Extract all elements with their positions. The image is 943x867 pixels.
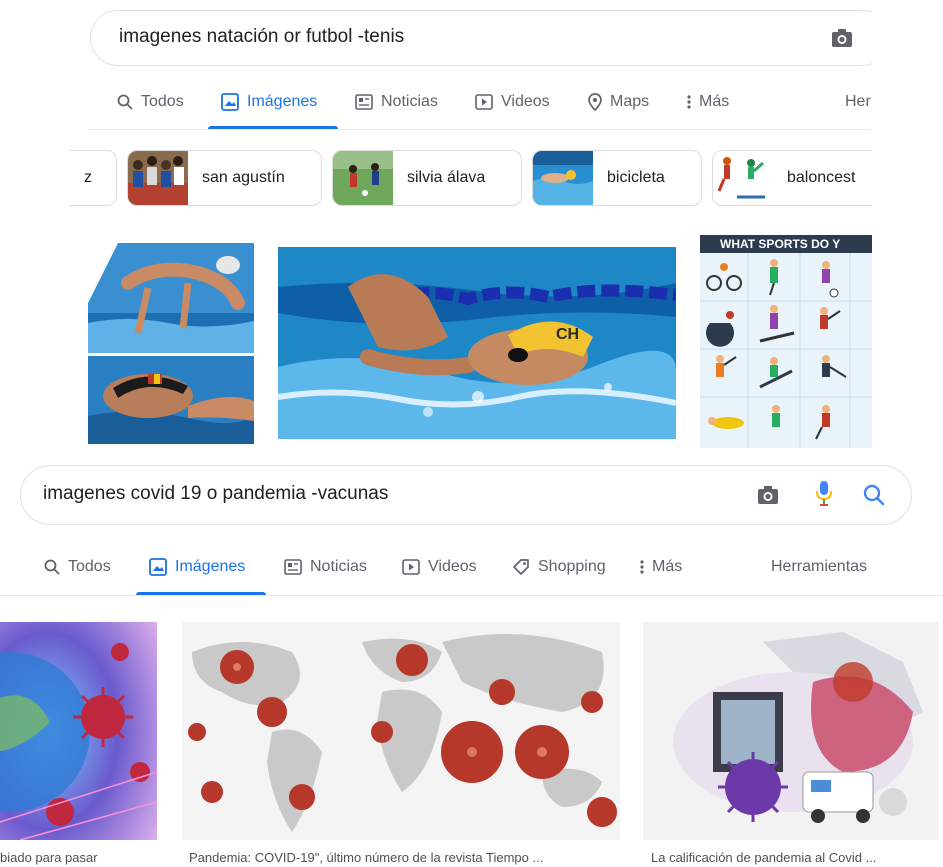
chip-thumbnail	[533, 151, 593, 205]
chip-related-1[interactable]: z	[70, 150, 117, 206]
chip-thumbnail	[333, 151, 393, 205]
chip-label: baloncest	[787, 169, 856, 186]
image-result-sports-poster[interactable]: WHAT SPORTS DO Y	[700, 235, 872, 448]
chip-label: san agustín	[202, 169, 285, 186]
chip-related-2[interactable]: san agustín	[127, 150, 322, 206]
image-caption[interactable]: biado para pasar	[0, 850, 157, 865]
tab-herramientas-1[interactable]: Her	[845, 93, 871, 111]
tab-todos-1[interactable]: Todos	[117, 93, 184, 111]
tab-label: Todos	[141, 93, 184, 110]
maps-pin-icon	[588, 93, 602, 111]
tab-label: Noticias	[310, 558, 367, 575]
image-result-virus-globe[interactable]	[0, 622, 157, 840]
chip-related-3[interactable]: silvia álava	[332, 150, 522, 206]
tab-noticias-1[interactable]: Noticias	[355, 93, 438, 111]
tabs-divider-2	[0, 595, 943, 596]
tab-label: Noticias	[381, 93, 438, 110]
image-caption[interactable]: Pandemia: COVID-19", último número de la…	[189, 850, 629, 865]
more-dots-icon	[687, 95, 691, 109]
shopping-tag-icon	[513, 559, 529, 575]
tab-label: Her	[845, 93, 871, 110]
video-tab-icon	[402, 559, 420, 575]
tab-label: Maps	[610, 93, 650, 110]
tab-todos-2[interactable]: Todos	[44, 558, 111, 576]
search-input-2[interactable]: imagenes covid 19 o pandemia -vacunas	[43, 483, 388, 505]
news-tab-icon	[284, 559, 302, 575]
tabs-divider-1	[88, 129, 871, 130]
search-input-1[interactable]: imagenes natación or futbol -tenis	[119, 26, 404, 48]
camera-icon[interactable]	[755, 482, 781, 508]
tab-label: Imágenes	[247, 93, 318, 110]
svg-text:CH: CH	[556, 326, 579, 343]
tab-mas-2[interactable]: Más	[640, 558, 682, 576]
video-tab-icon	[475, 94, 493, 110]
images-tab-icon	[221, 93, 239, 111]
chip-related-4[interactable]: bicicleta	[532, 150, 702, 206]
tab-herramientas-2[interactable]: Herramientas	[771, 558, 867, 576]
tab-label: Más	[699, 93, 730, 110]
tab-label: Más	[652, 558, 683, 575]
search-bar-2[interactable]: imagenes covid 19 o pandemia -vacunas	[20, 465, 912, 525]
top-region-right-margin	[872, 0, 943, 460]
search-bar-1[interactable]: imagenes natación or futbol -tenis	[90, 10, 890, 66]
chip-label: bicicleta	[607, 169, 665, 186]
image-result-swimmers-start[interactable]	[88, 243, 254, 353]
tab-label: Videos	[428, 558, 477, 575]
search-icon	[117, 94, 133, 110]
chip-thumbnail	[713, 151, 773, 205]
image-result-virus-world-map[interactable]	[182, 622, 620, 840]
tab-noticias-2[interactable]: Noticias	[284, 558, 367, 576]
images-tab-icon	[149, 558, 167, 576]
poster-title: WHAT SPORTS DO Y	[700, 235, 872, 253]
chip-related-5[interactable]: baloncest	[712, 150, 892, 206]
tab-imagenes-1[interactable]: Imágenes	[221, 93, 317, 111]
image-result-pandemic-illustration[interactable]	[643, 622, 939, 840]
tab-label: Herramientas	[771, 558, 868, 575]
chip-label: silvia álava	[407, 169, 486, 186]
camera-icon[interactable]	[829, 25, 855, 51]
tab-label: Imágenes	[175, 558, 246, 575]
news-tab-icon	[355, 94, 373, 110]
search-icon[interactable]	[861, 482, 887, 508]
tab-videos-1[interactable]: Videos	[475, 93, 550, 111]
tab-label: Todos	[68, 558, 111, 575]
tab-mas-1[interactable]: Más	[687, 93, 729, 111]
mic-icon[interactable]	[811, 480, 837, 506]
search-icon	[44, 559, 60, 575]
more-dots-icon	[640, 560, 644, 574]
chip-thumbnail	[128, 151, 188, 205]
tab-label: Shopping	[538, 558, 606, 575]
tab-videos-2[interactable]: Videos	[402, 558, 477, 576]
tab-label: Videos	[501, 93, 550, 110]
image-caption[interactable]: La calificación de pandemia al Covid ...	[651, 850, 943, 865]
tab-imagenes-2[interactable]: Imágenes	[149, 558, 245, 576]
tab-maps-1[interactable]: Maps	[588, 93, 649, 111]
image-result-freestyle-swimmer[interactable]: CH	[278, 247, 676, 439]
image-result-swimmer-close[interactable]	[88, 356, 254, 444]
tab-shopping-2[interactable]: Shopping	[512, 558, 606, 576]
chip-label: z	[84, 169, 92, 186]
